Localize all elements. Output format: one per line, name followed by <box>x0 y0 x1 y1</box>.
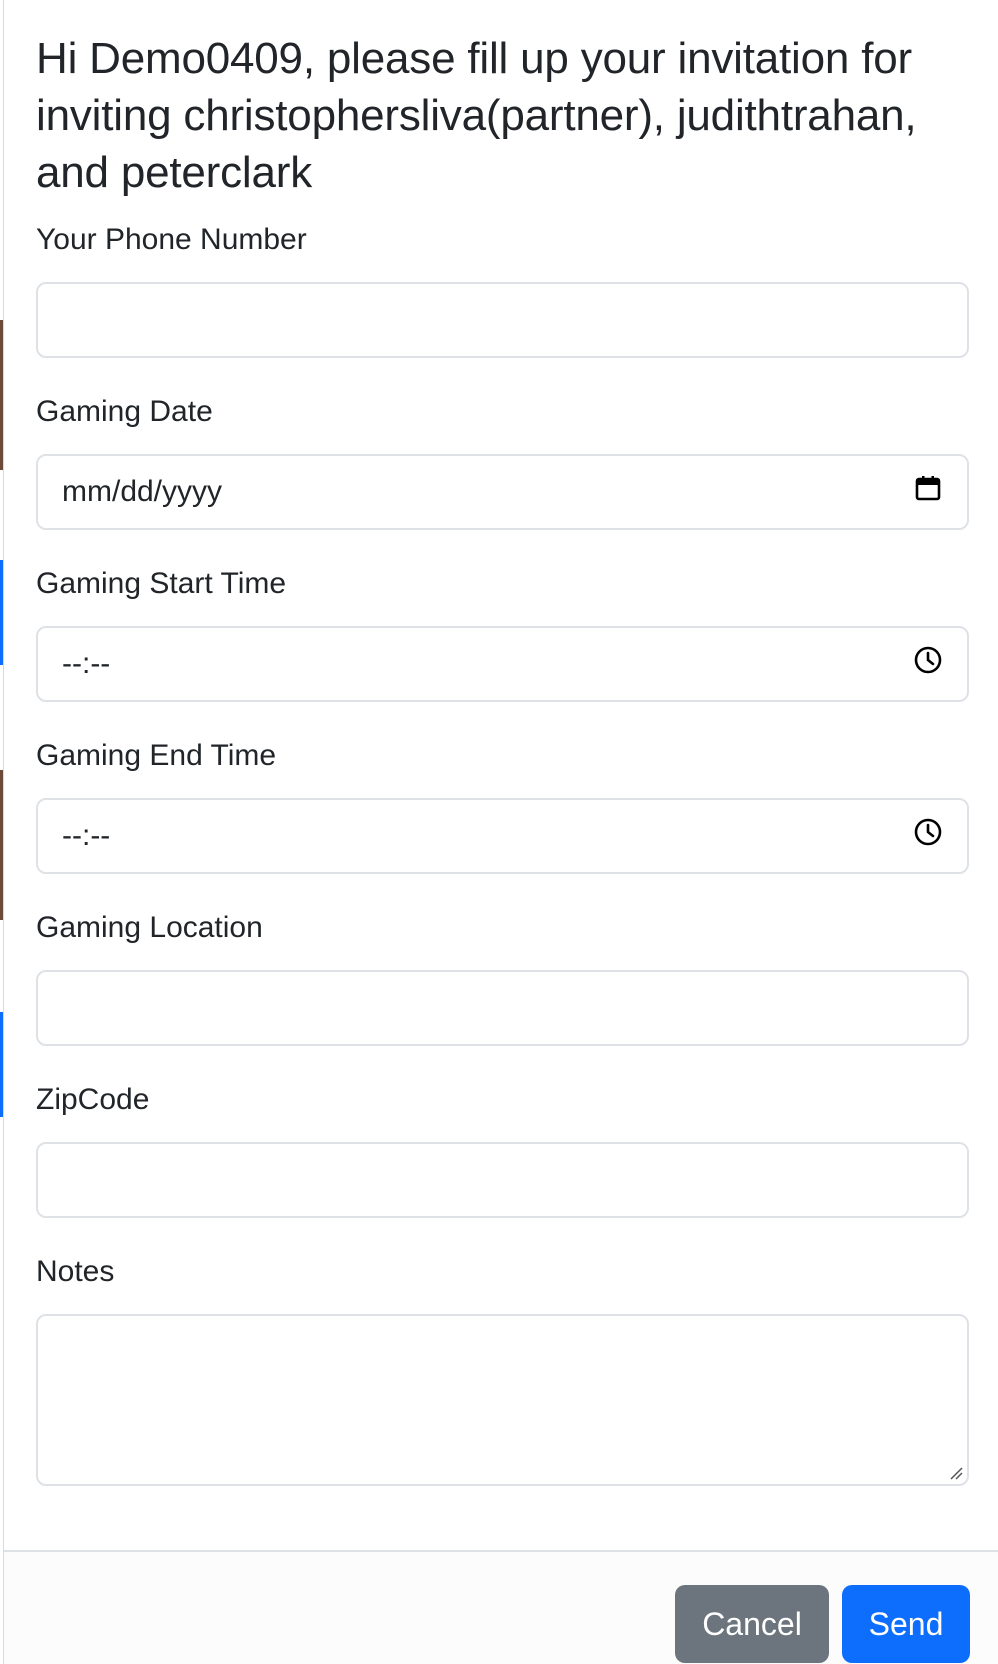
gaming-start-time-input[interactable]: --:-- <box>36 626 969 702</box>
gaming-end-time-label: Gaming End Time <box>36 739 277 772</box>
send-button[interactable]: Send <box>842 1585 970 1663</box>
resize-grip-icon[interactable] <box>949 1466 963 1480</box>
modal-body: Hi Demo0409, please fill up your invitat… <box>36 0 971 1486</box>
zipcode-label: ZipCode <box>36 1083 150 1116</box>
zipcode-input[interactable] <box>36 1142 969 1218</box>
phone-input[interactable] <box>36 282 969 358</box>
notes-label: Notes <box>36 1255 115 1288</box>
calendar-icon[interactable] <box>913 473 943 511</box>
gaming-date-input[interactable]: mm/dd/yyyy <box>36 454 969 530</box>
gaming-end-time-field-group: Gaming End Time --:-- <box>36 738 969 874</box>
clock-icon[interactable] <box>913 817 943 855</box>
modal-footer: Cancel Send <box>4 1550 998 1664</box>
invitation-modal: Hi Demo0409, please fill up your invitat… <box>3 0 998 1664</box>
phone-field-group: Your Phone Number <box>36 222 969 358</box>
gaming-location-label: Gaming Location <box>36 911 263 944</box>
notes-field-group: Notes <box>36 1254 969 1486</box>
phone-label: Your Phone Number <box>36 223 307 256</box>
gaming-start-time-field-group: Gaming Start Time --:-- <box>36 566 969 702</box>
gaming-end-time-placeholder: --:-- <box>62 819 111 852</box>
gaming-date-field-group: Gaming Date mm/dd/yyyy <box>36 394 969 530</box>
clock-icon[interactable] <box>913 645 943 683</box>
notes-textarea[interactable] <box>36 1314 969 1486</box>
gaming-start-time-placeholder: --:-- <box>62 647 111 680</box>
gaming-start-time-label: Gaming Start Time <box>36 567 287 600</box>
gaming-date-placeholder: mm/dd/yyyy <box>62 475 223 508</box>
gaming-end-time-input[interactable]: --:-- <box>36 798 969 874</box>
zipcode-field-group: ZipCode <box>36 1082 969 1218</box>
modal-title: Hi Demo0409, please fill up your invitat… <box>36 34 917 197</box>
gaming-location-field-group: Gaming Location <box>36 910 969 1046</box>
cancel-button[interactable]: Cancel <box>675 1585 829 1663</box>
gaming-location-input[interactable] <box>36 970 969 1046</box>
gaming-date-label: Gaming Date <box>36 395 213 428</box>
